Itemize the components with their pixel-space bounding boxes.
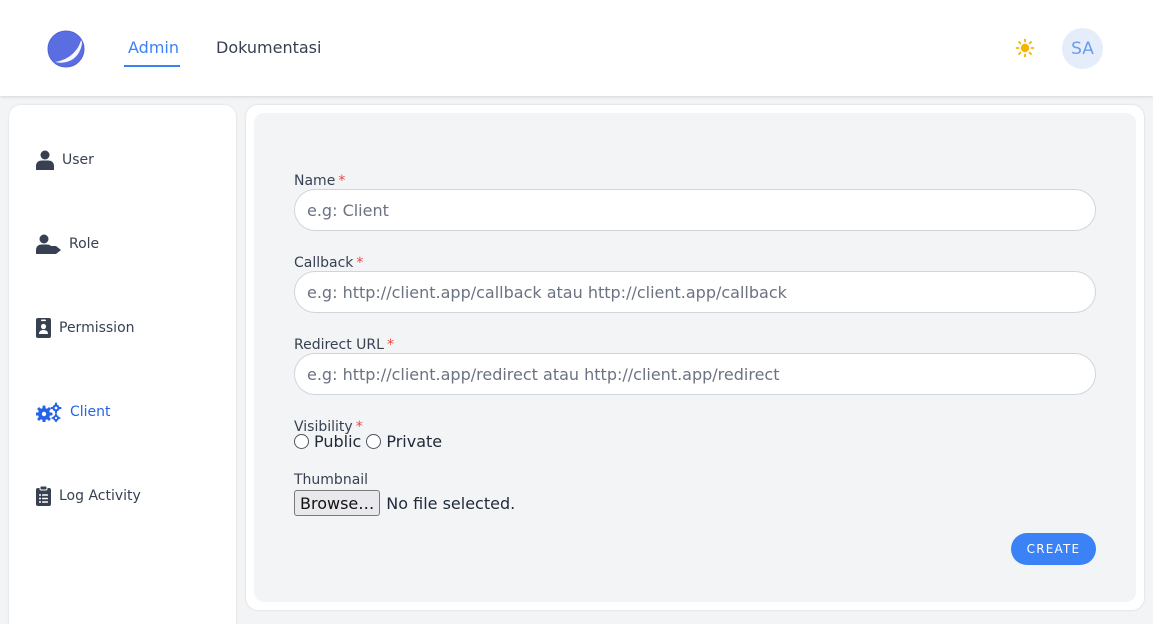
required-mark: * [356,255,364,271]
sidebar-item-label: Permission [59,320,135,336]
visibility-public-label[interactable]: Public [314,432,361,451]
nav-dokumentasi[interactable]: Dokumentasi [216,38,321,57]
required-mark: * [338,173,346,189]
theme-toggle-button[interactable] [1013,36,1037,60]
user-tag-icon [36,234,61,254]
sidebar-item-client[interactable]: Client [36,400,111,424]
nav-admin[interactable]: Admin [128,38,179,57]
sidebar-item-label: Client [70,404,111,420]
sidebar-item-log-activity[interactable]: Log Activity [36,484,141,508]
app-logo-icon[interactable] [47,30,85,68]
clipboard-list-icon [36,486,51,506]
required-mark: * [386,337,394,353]
sidebar-item-label: Role [69,236,100,252]
client-form: Name* Callback* Redirect URL* Visibility… [254,113,1136,602]
callback-input[interactable] [294,271,1096,313]
id-badge-icon [36,318,51,338]
create-button[interactable]: CREATE [1011,533,1096,565]
redirect-url-label: Redirect URL * [294,337,394,353]
sidebar-item-user[interactable]: User [36,148,94,172]
thumbnail-label: Thumbnail [294,472,369,488]
redirect-url-label-text: Redirect URL [294,337,384,353]
visibility-private-label[interactable]: Private [386,432,442,451]
browse-button[interactable]: Browse… [294,490,381,516]
name-input[interactable] [294,189,1096,231]
redirect-url-input[interactable] [294,353,1096,395]
visibility-radio-group: Public Private [294,432,447,451]
cogs-icon [36,402,62,422]
name-label: Name * [294,173,345,189]
sidebar-item-label: User [62,152,94,168]
thumbnail-file-input: Browse… No file selected. [294,490,515,516]
visibility-public-radio[interactable] [294,434,309,449]
top-navbar: Admin Dokumentasi SA [0,0,1153,96]
callback-label: Callback * [294,255,363,271]
sidebar-item-label: Log Activity [59,488,141,504]
callback-label-text: Callback [294,255,354,271]
sidebar: User Role Permission Client Log Activity [9,105,236,624]
file-status-text: No file selected. [386,493,516,513]
sidebar-item-role[interactable]: Role [36,232,99,256]
sun-icon [1015,38,1035,58]
main-card: Name* Callback* Redirect URL* Visibility… [246,105,1144,610]
nav-active-indicator [124,65,180,67]
user-icon [36,150,54,170]
visibility-private-radio[interactable] [366,434,382,449]
sidebar-item-permission[interactable]: Permission [36,316,135,340]
name-label-text: Name [294,173,336,189]
user-avatar[interactable]: SA [1062,28,1103,69]
